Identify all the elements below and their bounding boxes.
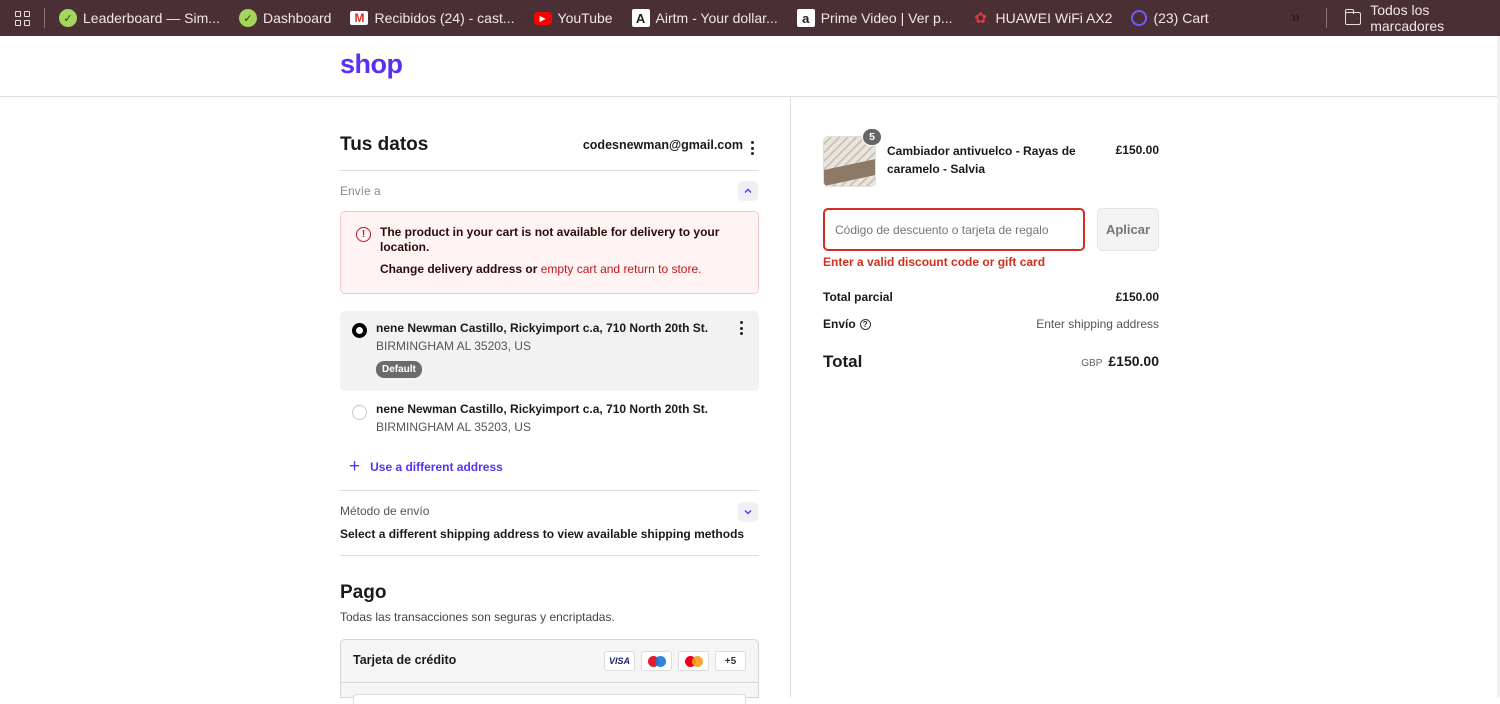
alert-title: The product in your cart is not availabl… xyxy=(380,225,720,254)
subtotal-value: £150.00 xyxy=(1115,290,1159,304)
apply-discount-button[interactable]: Aplicar xyxy=(1097,208,1159,251)
bookmark-label: (23) Cart xyxy=(1153,10,1209,26)
shipping-method-expand-button[interactable] xyxy=(738,502,758,522)
empty-cart-link[interactable]: empty cart and return to store. xyxy=(541,262,702,276)
credit-card-label: Tarjeta de crédito xyxy=(353,653,457,667)
column-divider xyxy=(790,97,791,698)
airtm-favicon-icon: A xyxy=(631,9,650,27)
divider xyxy=(340,490,759,491)
info-icon[interactable]: ? xyxy=(859,319,871,331)
plus-icon: + xyxy=(349,456,361,477)
use-different-address-label: Use a different address xyxy=(370,460,503,474)
all-bookmarks-folder[interactable]: Todos los marcadores xyxy=(1344,0,1500,36)
apps-grid-icon[interactable] xyxy=(0,0,44,36)
credit-card-option[interactable]: Tarjeta de crédito VISA +5 xyxy=(340,639,759,704)
more-bookmarks-chevron-icon[interactable]: » xyxy=(1291,0,1300,36)
address-line1: nene Newman Castillo, Rickyimport c.a, 7… xyxy=(376,402,709,416)
alert-body-text: Change delivery address or xyxy=(380,262,541,276)
total-value-group: GBP £150.00 xyxy=(1081,353,1159,369)
bookmark-label: Prime Video | Ver p... xyxy=(820,10,953,26)
huawei-favicon-icon: ✿ xyxy=(974,10,987,27)
bookmark-youtube[interactable]: ▶ YouTube xyxy=(533,10,613,26)
bookmark-label: Airtm - Your dollar... xyxy=(655,10,778,26)
shipping-row-label: Envío? xyxy=(823,317,871,331)
bookmark-gmail[interactable]: M Recibidos (24) - cast... xyxy=(350,10,515,26)
discount-error-message: Enter a valid discount code or gift card xyxy=(823,255,1046,269)
total-amount: £150.00 xyxy=(1108,353,1159,369)
shipping-method-message: Select a different shipping address to v… xyxy=(340,527,745,541)
product-price: £150.00 xyxy=(1115,143,1159,157)
quantity-badge: 5 xyxy=(862,128,882,146)
bookmark-label: YouTube xyxy=(557,10,613,26)
amazon-favicon-icon: a xyxy=(796,9,815,27)
youtube-favicon-icon: ▶ xyxy=(533,11,552,25)
error-icon: ! xyxy=(356,227,371,242)
address-radio[interactable] xyxy=(352,405,367,420)
maestro-icon xyxy=(641,651,672,671)
divider xyxy=(340,170,759,171)
bookmarks-bar: ✓ Leaderboard — Sim... ✓ Dashboard M Rec… xyxy=(0,0,1500,36)
shop-header: shop xyxy=(0,36,1500,97)
discount-code-input[interactable] xyxy=(823,208,1085,251)
shipping-value: Enter shipping address xyxy=(1036,317,1159,331)
gmail-favicon-icon: M xyxy=(350,11,369,25)
bookmark-huawei[interactable]: ✿ HUAWEI WiFi AX2 xyxy=(972,9,1113,27)
bookmark-label: Dashboard xyxy=(262,10,332,26)
divider xyxy=(340,555,759,556)
credit-card-header[interactable]: Tarjeta de crédito VISA +5 xyxy=(341,640,758,683)
address-option[interactable]: nene Newman Castillo, Rickyimport c.a, 7… xyxy=(340,395,759,445)
more-brands-badge: +5 xyxy=(715,651,746,671)
address-line1: nene Newman Castillo, Rickyimport c.a, 7… xyxy=(376,321,709,335)
card-brands: VISA +5 xyxy=(604,651,746,671)
bookmark-prime-video[interactable]: a Prime Video | Ver p... xyxy=(796,9,953,27)
visa-icon: VISA xyxy=(604,651,635,671)
ship-to-collapse-button[interactable] xyxy=(738,181,758,201)
contact-heading: Tus datos xyxy=(340,134,429,155)
ship-to-label: Envíe a xyxy=(340,184,381,198)
folder-label: Todos los marcadores xyxy=(1370,2,1445,34)
currency-code: GBP xyxy=(1081,358,1103,369)
bookmark-airtm[interactable]: A Airtm - Your dollar... xyxy=(631,9,778,27)
folder-icon xyxy=(1344,8,1362,25)
bookmarks-separator xyxy=(1326,8,1327,28)
address-option-selected[interactable]: nene Newman Castillo, Rickyimport c.a, 7… xyxy=(340,311,759,391)
chevron-up-icon xyxy=(744,188,752,193)
bookmark-label: HUAWEI WiFi AX2 xyxy=(995,10,1113,26)
contact-email: codesnewman@gmail.com xyxy=(582,138,743,152)
address-menu-icon[interactable] xyxy=(739,321,743,335)
address-radio[interactable] xyxy=(352,323,367,338)
bookmark-cart[interactable]: (23) Cart xyxy=(1131,10,1209,26)
mastercard-icon xyxy=(678,651,709,671)
dashboard-favicon-icon: ✓ xyxy=(238,9,257,27)
chevron-down-icon xyxy=(744,510,752,515)
total-label: Total xyxy=(823,352,863,371)
alert-body: Change delivery address or empty cart an… xyxy=(380,262,701,276)
bookmark-label: Recibidos (24) - cast... xyxy=(374,10,515,26)
subtotal-label: Total parcial xyxy=(823,290,893,304)
shop-logo[interactable]: shop xyxy=(340,49,403,80)
shipping-label: Envío xyxy=(823,317,856,331)
bookmark-leaderboard[interactable]: ✓ Leaderboard — Sim... xyxy=(59,9,220,27)
card-number-field[interactable] xyxy=(353,694,746,704)
bookmarks-separator xyxy=(44,8,45,28)
shipping-method-label: Método de envío xyxy=(340,504,430,518)
use-different-address-link[interactable]: + Use a different address xyxy=(349,456,503,477)
delivery-error-alert: ! The product in your cart is not availa… xyxy=(340,211,759,294)
bookmark-dashboard[interactable]: ✓ Dashboard xyxy=(238,9,332,27)
payment-subtitle: Todas las transacciones son seguras y en… xyxy=(340,610,615,624)
contact-menu-icon[interactable] xyxy=(750,141,754,155)
address-line2: BIRMINGHAM AL 35203, US xyxy=(376,420,531,434)
leaderboard-favicon-icon: ✓ xyxy=(59,9,77,27)
cart-favicon-icon xyxy=(1131,10,1148,26)
bookmark-label: Leaderboard — Sim... xyxy=(83,10,220,26)
default-badge: Default xyxy=(376,361,422,378)
product-name: Cambiador antivuelco - Rayas de caramelo… xyxy=(887,144,1076,176)
payment-heading: Pago xyxy=(340,582,387,603)
address-line2: BIRMINGHAM AL 35203, US xyxy=(376,339,531,353)
